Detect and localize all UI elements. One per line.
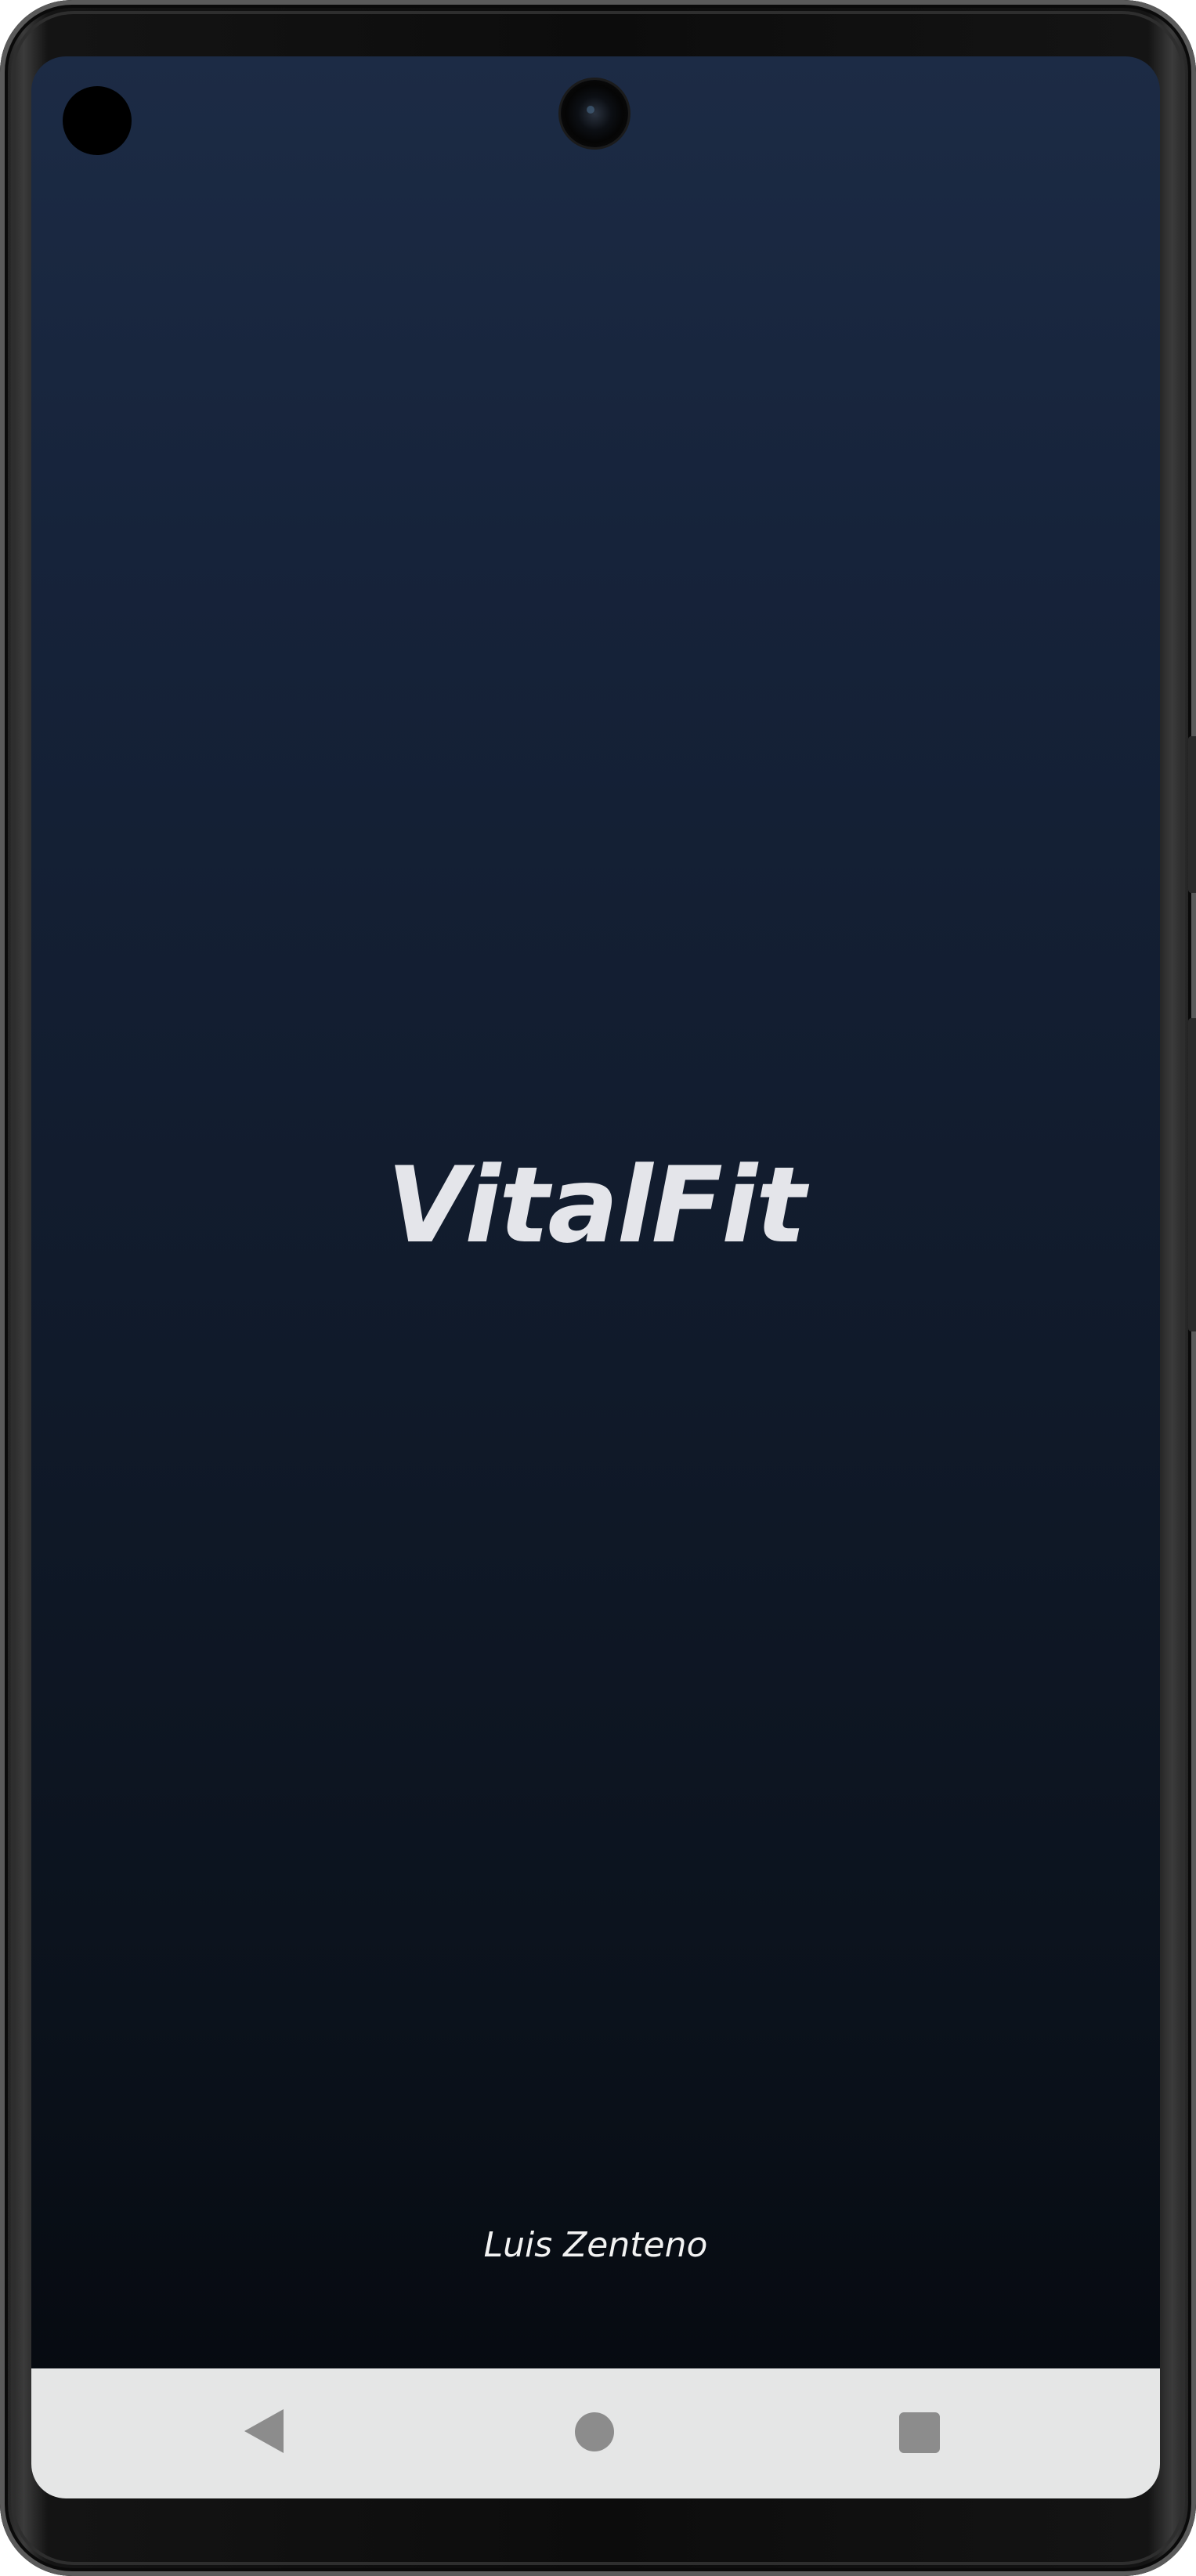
- front-camera-icon: [561, 80, 628, 147]
- recents-icon[interactable]: [899, 2412, 940, 2453]
- splash-screen: VitalFit Luis Zenteno: [31, 56, 1160, 2498]
- app-title: VitalFit: [386, 1144, 806, 1266]
- volume-button: [1188, 1018, 1196, 1331]
- front-camera-left-icon: [63, 86, 132, 155]
- phone-frame: VitalFit Luis Zenteno: [0, 0, 1196, 2576]
- back-icon[interactable]: [244, 2409, 284, 2453]
- system-navigation-bar: [31, 2368, 1160, 2498]
- power-button: [1188, 736, 1196, 893]
- home-icon[interactable]: [575, 2412, 614, 2451]
- author-credit: Luis Zenteno: [483, 2225, 708, 2265]
